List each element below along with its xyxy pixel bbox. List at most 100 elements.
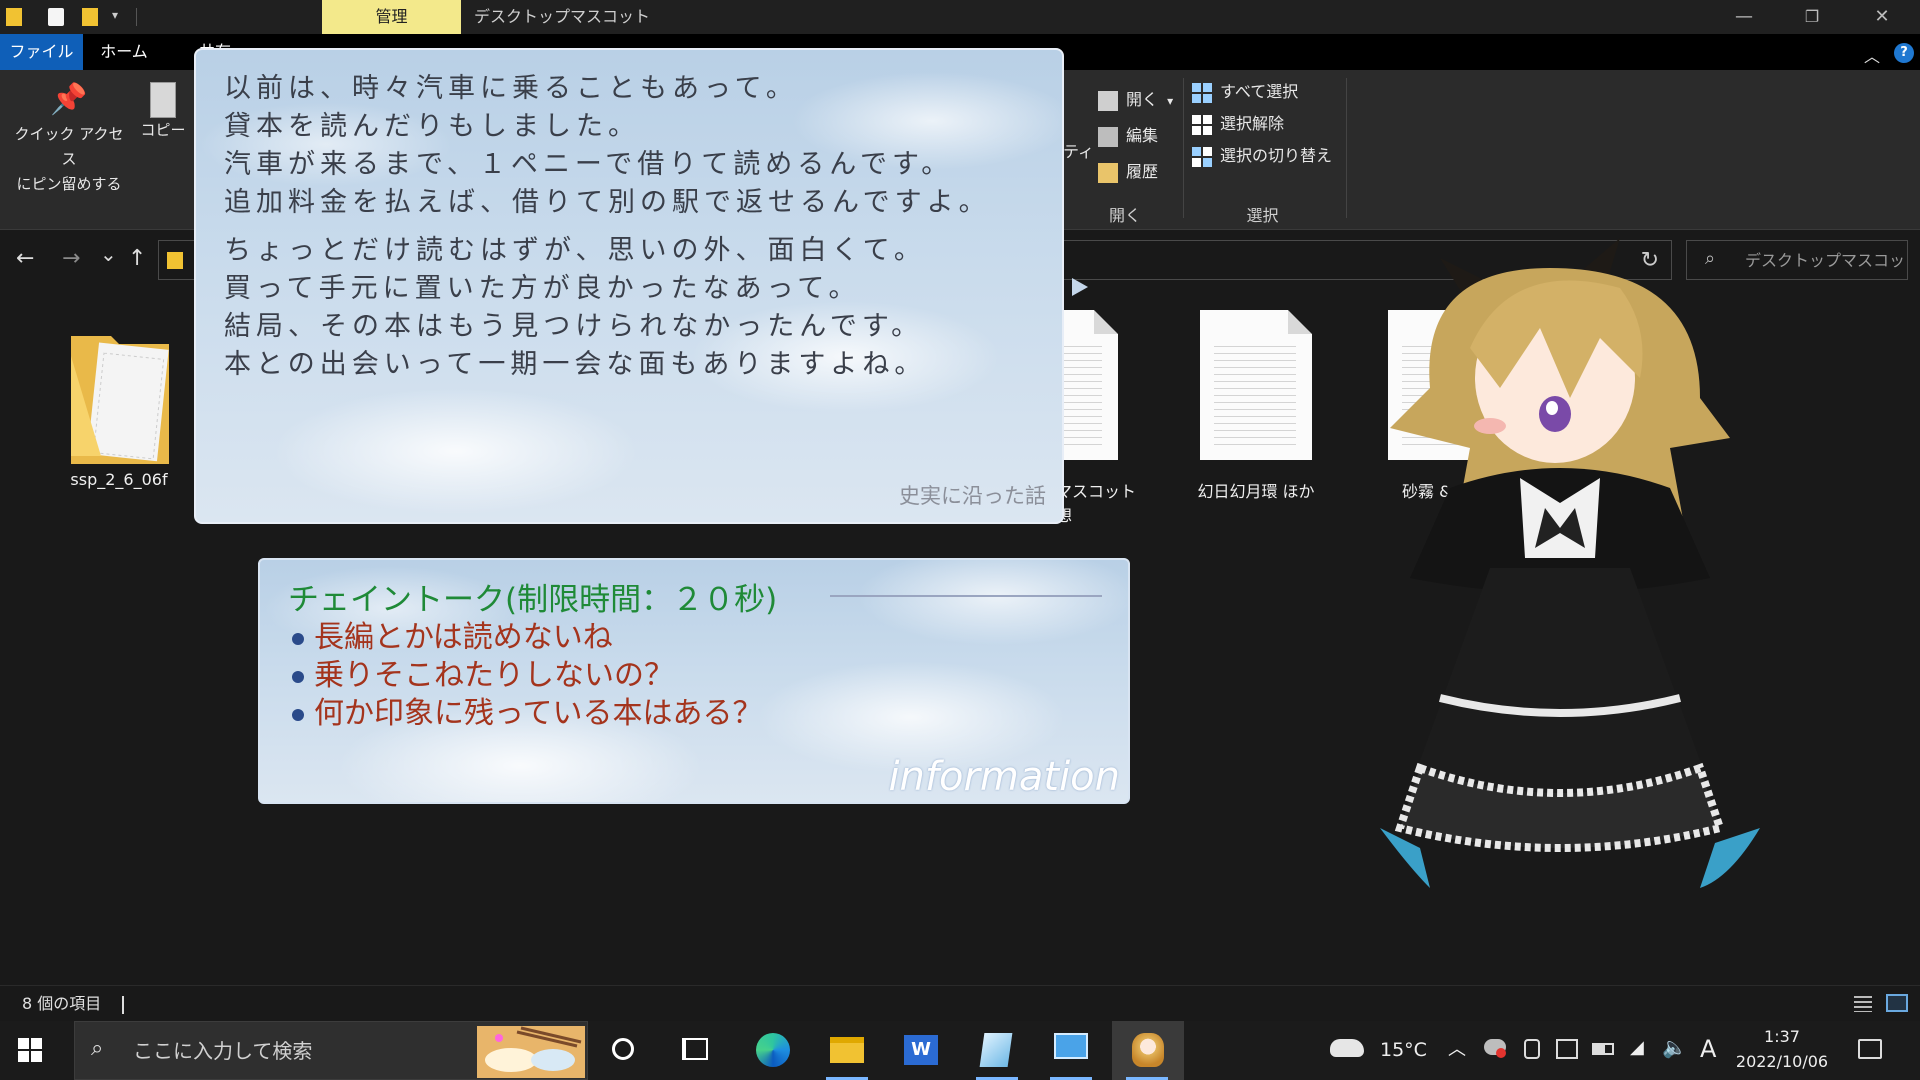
help-icon[interactable]: ?	[1894, 43, 1914, 63]
new-folder-icon[interactable]	[82, 8, 98, 26]
word-app-button[interactable]: W	[890, 1021, 952, 1080]
history-label: 履歴	[1126, 162, 1159, 181]
window-title: デスクトップマスコット	[474, 7, 651, 26]
volume-icon[interactable]: 🔈	[1662, 1035, 1687, 1059]
balloon-caption: 史実に沿った話	[899, 484, 1046, 508]
clock-date[interactable]: 2022/10/06	[1732, 1052, 1832, 1071]
properties-label[interactable]: ティ	[1063, 138, 1094, 162]
group-label-select: 選択	[1246, 206, 1279, 225]
select-none-icon	[1192, 115, 1212, 135]
folder-icon	[71, 336, 169, 464]
task-view-icon[interactable]	[682, 1038, 708, 1060]
pin-icon: 📌	[50, 82, 88, 117]
recent-locations-button[interactable]: ⌄	[100, 242, 117, 266]
copy-button[interactable]: コピー	[138, 78, 188, 143]
chevron-up-icon[interactable]: ︿	[1864, 43, 1880, 67]
balloon-paragraph: ちょっとだけ読むはずが、思いの外、面白くて。 買って手元に置いた方が良かったなあ…	[224, 232, 1044, 384]
balloon-arrow-icon[interactable]	[1072, 278, 1088, 296]
balloon-line: 貸本を読んだりもしました。	[224, 111, 640, 142]
minimize-button[interactable]: —	[1714, 0, 1774, 34]
file-name: ssp_2_6_06f	[70, 470, 168, 489]
search-highlight-food-icon	[477, 1026, 585, 1078]
properties-check-icon[interactable]	[48, 8, 64, 26]
edit-label: 編集	[1126, 126, 1159, 145]
ssp-mascot-icon	[1132, 1033, 1164, 1067]
file-item-folder[interactable]: ssp_2_6_06f	[44, 316, 194, 489]
taskbar-search-placeholder: ここに入力して検索	[133, 1039, 313, 1063]
choice-item[interactable]: 何か印象に残っている本はある？	[292, 688, 763, 732]
edge-icon	[756, 1033, 790, 1067]
document-icon	[1200, 310, 1312, 460]
item-count: 8 個の項目	[22, 994, 102, 1013]
pin-quick-access-button[interactable]: 📌 クイック アクセス にピン留めする	[8, 78, 130, 197]
open-icon	[1098, 91, 1118, 111]
edge-app-button[interactable]	[742, 1021, 804, 1080]
open-label: 開く	[1126, 90, 1159, 109]
tab-file[interactable]: ファイル	[0, 34, 83, 70]
ime-indicator[interactable]: A	[1700, 1035, 1716, 1063]
cortana-icon[interactable]	[612, 1038, 634, 1060]
ssp-mascot-app-button[interactable]	[1112, 1021, 1184, 1080]
balloon-line: 追加料金を払えば、借りて別の駅で返せるんですよ。	[224, 187, 991, 218]
large-icons-view-icon[interactable]	[1886, 994, 1908, 1012]
history-button[interactable]: 履歴	[1098, 158, 1158, 186]
group-label-open: 開く	[1108, 206, 1141, 225]
tab-home[interactable]: ホーム	[88, 34, 160, 70]
battery-icon[interactable]	[1592, 1043, 1614, 1055]
taskbar-search-input[interactable]: ⌕ ここに入力して検索	[74, 1021, 588, 1080]
clock-time[interactable]: 1:37	[1736, 1027, 1828, 1046]
balloon-line: 汽車が来るまで、１ペニーで借りて読めるんです。	[224, 149, 954, 180]
forward-button[interactable]: →	[62, 246, 80, 271]
balloon-line: 以前は、時々汽車に乗ることもあって。	[224, 73, 798, 104]
information-label: information	[888, 754, 1120, 800]
ribbon-separator	[1346, 78, 1347, 218]
mascot-character[interactable]	[1370, 228, 1770, 908]
open-button[interactable]: 開く ▾	[1098, 86, 1173, 114]
notebook-icon	[979, 1033, 1013, 1067]
select-all-label: すべて選択	[1220, 82, 1299, 101]
status-bar: 8 個の項目	[0, 985, 1920, 1021]
close-button[interactable]: ✕	[1852, 0, 1912, 34]
weather-cloud-icon[interactable]	[1330, 1039, 1364, 1057]
title-bar: ▾ 管理 デスクトップマスコット — ❐ ✕	[0, 0, 1920, 34]
word-icon: W	[904, 1035, 938, 1065]
select-all-icon	[1192, 83, 1212, 103]
invert-selection-button[interactable]: 選択の切り替え	[1192, 142, 1332, 170]
wifi-icon[interactable]: ◢	[1630, 1037, 1644, 1058]
title-rule	[830, 595, 1102, 597]
windows-start-icon[interactable]	[18, 1038, 42, 1062]
magnifier-monitor-icon	[1054, 1033, 1088, 1059]
screen-capture-icon[interactable]	[1556, 1039, 1578, 1059]
weather-temperature[interactable]: 15°C	[1380, 1039, 1427, 1061]
back-button[interactable]: ←	[16, 246, 34, 271]
chevron-up-icon[interactable]: ︿	[1448, 1035, 1466, 1061]
notebook-app-button[interactable]	[966, 1021, 1028, 1080]
choice-label: 何か印象に残っている本はある？	[314, 696, 763, 731]
file-explorer-app-button[interactable]	[816, 1021, 878, 1080]
balloon-text: 以前は、時々汽車に乗ることもあって。 貸本を読んだりもしました。 汽車が来るまで…	[224, 70, 1044, 394]
select-none-label: 選択解除	[1220, 114, 1285, 133]
details-view-icon[interactable]	[1854, 996, 1872, 1012]
quick-access-dropdown-icon[interactable]: ▾	[112, 8, 118, 22]
edit-button[interactable]: 編集	[1098, 122, 1158, 150]
file-name: マスコット 想	[1056, 482, 1137, 525]
balloon-paragraph: 以前は、時々汽車に乗ることもあって。 貸本を読んだりもしました。 汽車が来るまで…	[224, 70, 1044, 222]
history-icon	[1098, 163, 1118, 183]
balloon-line: 結局、その本はもう見つけられなかったんです。	[224, 311, 924, 342]
bullet-icon	[292, 632, 304, 645]
up-button[interactable]: ↑	[128, 246, 146, 271]
folder-icon	[167, 252, 183, 269]
search-icon: ⌕	[91, 1036, 104, 1061]
camera-icon[interactable]	[1524, 1039, 1540, 1059]
manage-context-tab[interactable]: 管理	[322, 0, 461, 34]
notifications-icon[interactable]	[1858, 1039, 1882, 1059]
open-dropdown-icon[interactable]: ▾	[1167, 94, 1173, 108]
remote-app-button[interactable]	[1040, 1021, 1102, 1080]
select-none-button[interactable]: 選択解除	[1192, 110, 1284, 138]
file-explorer-icon	[830, 1037, 864, 1063]
restore-button[interactable]: ❐	[1782, 0, 1842, 34]
speech-balloon[interactable]: 以前は、時々汽車に乗ることもあって。 貸本を読んだりもしました。 汽車が来るまで…	[194, 48, 1064, 524]
folder-icon	[6, 8, 22, 26]
select-all-button[interactable]: すべて選択	[1192, 78, 1298, 106]
invert-selection-label: 選択の切り替え	[1220, 146, 1333, 165]
